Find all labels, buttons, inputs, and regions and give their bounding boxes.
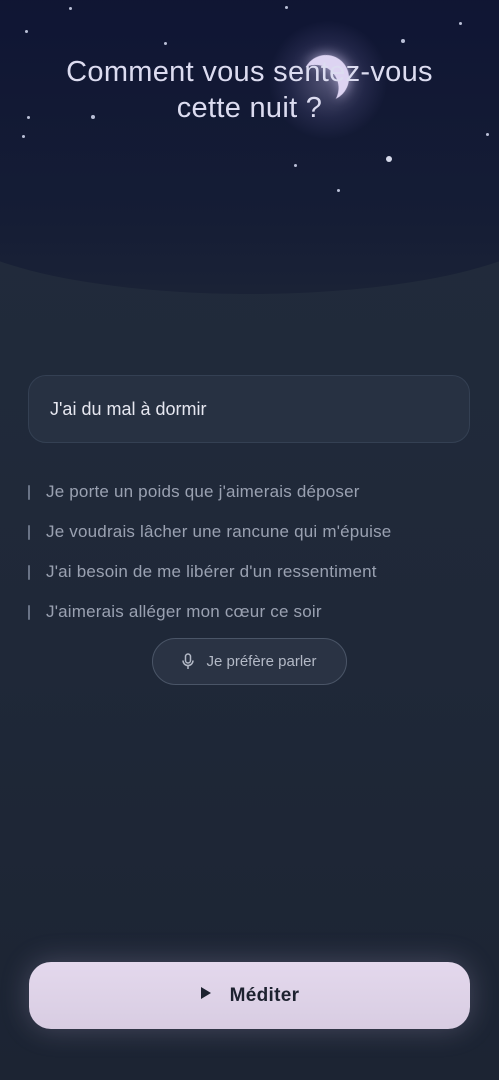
meditate-button[interactable]: Méditer xyxy=(29,962,470,1029)
star xyxy=(486,133,489,136)
suggestion-marker xyxy=(28,524,30,540)
suggestion-item[interactable]: Je porte un poids que j'aimerais déposer xyxy=(28,472,478,512)
suggestion-label: J'ai besoin de me libérer d'un ressentim… xyxy=(46,562,377,581)
title-line-2: cette nuit ? xyxy=(176,92,323,124)
meditate-button-label: Méditer xyxy=(229,984,300,1006)
suggestion-list: Je porte un poids que j'aimerais déposer… xyxy=(28,472,478,632)
app-screen: Comment vous sentez-vous cette nuit ? J'… xyxy=(0,0,499,1080)
suggestion-item[interactable]: J'ai besoin de me libérer d'un ressentim… xyxy=(28,552,478,592)
suggestion-label: Je porte un poids que j'aimerais déposer xyxy=(46,482,360,501)
suggestion-item[interactable]: J'aimerais alléger mon cœur ce soir xyxy=(28,592,478,632)
feeling-input-value: J'ai du mal à dormir xyxy=(50,398,207,419)
star xyxy=(386,156,392,162)
star xyxy=(294,164,297,167)
star xyxy=(22,135,25,138)
suggestion-label: Je voudrais lâcher une rancune qui m'épu… xyxy=(46,522,392,541)
suggestion-marker xyxy=(28,604,30,620)
suggestion-item[interactable]: Je voudrais lâcher une rancune qui m'épu… xyxy=(28,512,478,552)
suggestion-marker xyxy=(28,484,30,500)
suggestion-marker xyxy=(28,564,30,580)
speak-button-label: Je préfère parler xyxy=(206,653,317,670)
page-title: Comment vous sentez-vous cette nuit ? xyxy=(0,54,499,126)
star xyxy=(25,30,28,33)
star xyxy=(69,7,72,10)
star xyxy=(401,39,405,43)
suggestion-label: J'aimerais alléger mon cœur ce soir xyxy=(46,602,322,621)
microphone-icon xyxy=(182,653,195,670)
feeling-input[interactable]: J'ai du mal à dormir xyxy=(28,375,470,443)
night-sky xyxy=(0,0,499,294)
star xyxy=(285,6,288,9)
star xyxy=(164,42,167,45)
star xyxy=(337,189,340,192)
star xyxy=(459,22,462,25)
speak-button[interactable]: Je préfère parler xyxy=(152,638,347,685)
title-line-1: Comment vous sentez-vous xyxy=(66,56,433,88)
play-icon xyxy=(200,986,212,1005)
